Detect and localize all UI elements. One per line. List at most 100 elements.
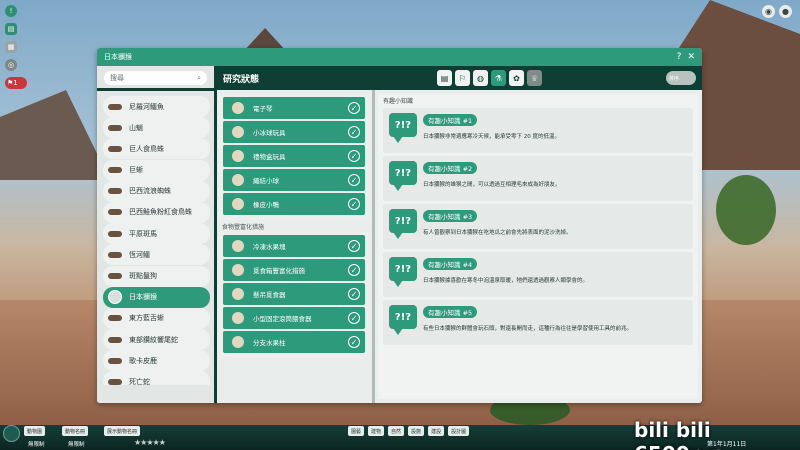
signpost-icon[interactable]: ⚐: [455, 70, 470, 86]
build-toolbar: 園藝 建物 自然 設施 建設 設計圖: [348, 426, 470, 436]
close-button[interactable]: ✕: [687, 52, 695, 62]
animal-list: 尼羅河鱷魚山魈巨人食鳥蛛巨蜥巴西流浪蜘蛛巴西鮭魚粉紅食鳥蛛平原斑馬 恆河鱷 斑點鬣狗…: [103, 96, 210, 385]
zoo-rating-stars: ★★★★★: [134, 438, 166, 447]
zoo-button[interactable]: 動物園: [24, 426, 46, 436]
fun-fact-title: 有趣小知識 #3: [423, 210, 478, 222]
help-button[interactable]: ?: [677, 52, 682, 62]
research-list: 電子琴 ✓ 小冰球玩具 ✓ 禮物盒玩具 ✓ 繩結小球 ✓ 橡皮小鴨 ✓ 食物豐富化措施 冷凍水果塊…: [218, 94, 371, 403]
animal-icon: [107, 184, 123, 198]
sidebar-item-animal[interactable]: 山魈: [103, 117, 210, 139]
check-icon: ✓: [348, 150, 360, 162]
research-thumbnail: [227, 308, 249, 328]
build-tool-button[interactable]: 設施: [408, 426, 425, 436]
sidebar-item-animal[interactable]: 死亡蛇: [103, 371, 210, 385]
research-thumbnail: [227, 170, 249, 190]
sidebar-item-animal[interactable]: 東方藍舌蜥: [103, 307, 210, 329]
fun-fact-desc: 日本獼猴的雄猴之間，可以透過互相理毛來成為好朋友。: [423, 182, 561, 188]
research-item[interactable]: 電子琴 ✓: [223, 97, 365, 119]
trophy-icon[interactable]: ♛: [527, 70, 542, 86]
research-thumbnail: [227, 122, 249, 142]
mountain: [0, 90, 110, 180]
research-item-name: 冷凍水果塊: [253, 243, 286, 251]
research-item[interactable]: 小型固定滾筒餵食器 ✓: [223, 307, 365, 329]
grid-icon[interactable]: ▦: [5, 41, 17, 53]
build-tool-button[interactable]: 設計圖: [448, 426, 470, 436]
research-item[interactable]: 冷凍水果塊 ✓: [223, 235, 365, 257]
sort-toggle[interactable]: 排序: [666, 71, 696, 85]
search-placeholder: 搜尋: [110, 74, 124, 82]
paw-icon[interactable]: ✿: [509, 70, 524, 86]
food-enrichment-group: 冷凍水果塊 ✓ 覓食箱豐富化措施 ✓ 懸吊覓食器 ✓ 小型固定滾筒餵食器 ✓ 分支水果柱 ✓: [218, 232, 370, 358]
animal-icon: [107, 333, 123, 347]
fun-facts-title: 有趣小知識: [383, 97, 414, 105]
build-tool-button[interactable]: 自然: [388, 426, 405, 436]
research-item[interactable]: 分支水果柱 ✓: [223, 331, 365, 353]
sidebar-item-animal[interactable]: 巨蜥: [103, 159, 210, 181]
check-icon: ✓: [348, 336, 360, 348]
animal-name: 巨人食鳥蛛: [129, 144, 164, 153]
check-icon: ✓: [348, 312, 360, 324]
animal-icon: [107, 269, 123, 283]
research-header: 研究狀態 ▤ ⚐ ◍ ⚗ ✿ ♛ 排序: [214, 66, 702, 90]
panel-divider: [214, 90, 217, 403]
animal-name: 巨蜥: [129, 166, 143, 175]
build-tool-button[interactable]: 園藝: [348, 426, 365, 436]
research-thumbnail: [227, 332, 249, 352]
animal-icon: [107, 227, 123, 241]
sidebar-item-animal[interactable]: 斑點鬣狗: [103, 265, 210, 287]
search-icon[interactable]: ⌕: [197, 74, 201, 83]
animal-name: 山魈: [129, 123, 143, 132]
build-tool-button[interactable]: 建設: [428, 426, 445, 436]
sidebar-item-animal[interactable]: 巴西鮭魚粉紅食鳥蛛: [103, 201, 210, 223]
camera-icon[interactable]: ◉: [762, 5, 775, 18]
search-input[interactable]: 搜尋 ⌕: [104, 71, 207, 85]
sidebar-item-animal[interactable]: 恆河鱷: [103, 244, 210, 266]
check-icon: ✓: [348, 240, 360, 252]
book-icon[interactable]: ▤: [5, 23, 17, 35]
animal-icon: [107, 163, 123, 177]
budget-status: 無限制: [28, 439, 45, 448]
sidebar-item-animal[interactable]: 歌卡皮鹿: [103, 350, 210, 372]
sidebar-item-animal[interactable]: 日本獼猴: [103, 286, 210, 308]
top-right-controls: ◉ ●: [762, 5, 792, 18]
sidebar-item-animal[interactable]: 巴西流浪蜘蛛: [103, 180, 210, 202]
fun-fact-title: 有趣小知識 #1: [423, 114, 478, 126]
sidebar-divider: [97, 88, 214, 91]
settings-icon[interactable]: ◎: [5, 59, 17, 71]
zoo-overview-icon[interactable]: [3, 425, 20, 442]
research-thumbnail: [227, 98, 249, 118]
research-item[interactable]: 覓食箱豐富化措施 ✓: [223, 259, 365, 281]
category-tabs: ▤ ⚐ ◍ ⚗ ✿ ♛: [437, 70, 542, 86]
research-thumbnail: [227, 284, 249, 304]
watermark: bili bili 6500rya: [634, 418, 726, 450]
animal-list-button[interactable]: 動物名冊: [62, 426, 89, 436]
research-item[interactable]: 小冰球玩具 ✓: [223, 121, 365, 143]
fun-fact-desc: 有人曾觀察到日本獼猴在吃地瓜之前會先將表面的泥沙洗掉。: [423, 230, 572, 236]
animal-name: 巴西鮭魚粉紅食鳥蛛: [129, 208, 192, 217]
research-item[interactable]: 懸吊覓食器 ✓: [223, 283, 365, 305]
fun-fact-title: 有趣小知識 #4: [423, 258, 478, 270]
fun-facts-panel: 有趣小知識 ?!? 有趣小知識 #1 日本獼猴非常適應寒冷天候，能承受零下 20 度…: [378, 94, 698, 399]
check-icon: ✓: [348, 174, 360, 186]
record-icon[interactable]: ●: [779, 5, 792, 18]
sidebar-item-animal[interactable]: 平原斑馬: [103, 223, 210, 245]
sidebar-item-animal[interactable]: 尼羅河鱷魚: [103, 96, 210, 117]
research-item[interactable]: 橡皮小鴨 ✓: [223, 193, 365, 215]
question-icon: ?!?: [389, 257, 417, 287]
sidebar-item-animal[interactable]: 東部鑽紋響尾蛇: [103, 329, 210, 351]
food-bag-icon[interactable]: ◍: [473, 70, 488, 86]
flask-icon[interactable]: ⚗: [491, 70, 506, 86]
research-item[interactable]: 繩結小球 ✓: [223, 169, 365, 191]
info-icon[interactable]: !: [5, 5, 17, 17]
staff-alert-icon[interactable]: ⚑1: [5, 77, 27, 89]
display-animal-list-button[interactable]: 展示動物名冊: [104, 426, 141, 436]
left-toolbar: ! ▤ ▦ ◎ ⚑1: [5, 5, 27, 95]
check-icon: ✓: [348, 102, 360, 114]
animal-icon: [107, 205, 123, 219]
research-item-name: 懸吊覓食器: [253, 291, 286, 299]
animal-icon: [107, 248, 123, 262]
build-tool-button[interactable]: 建物: [368, 426, 385, 436]
sidebar-item-animal[interactable]: 巨人食鳥蛛: [103, 138, 210, 160]
document-icon[interactable]: ▤: [437, 70, 452, 86]
research-item[interactable]: 禮物盒玩具 ✓: [223, 145, 365, 167]
